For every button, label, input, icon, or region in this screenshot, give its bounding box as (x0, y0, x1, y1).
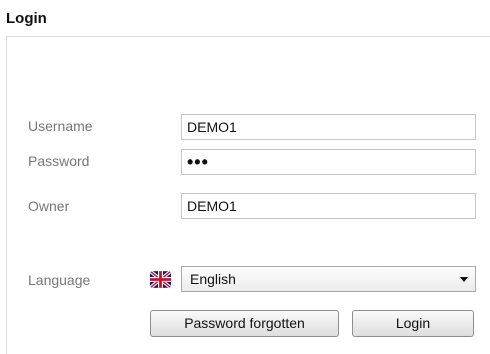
language-label: Language (28, 272, 91, 288)
title-divider (6, 36, 490, 37)
panel-left-border (6, 37, 7, 354)
username-label: Username (28, 118, 93, 134)
uk-flag-icon (150, 271, 171, 288)
language-selected-value: English (190, 271, 236, 287)
password-masked-value: ••• (187, 152, 209, 172)
login-page: Login Username DEMO1 Password ••• Owner … (0, 0, 490, 354)
password-forgotten-button[interactable]: Password forgotten (150, 310, 339, 337)
username-value: DEMO1 (187, 119, 237, 135)
password-input[interactable]: ••• (181, 149, 476, 175)
password-label: Password (28, 153, 90, 169)
owner-value: DEMO1 (187, 198, 237, 214)
chevron-down-icon (460, 277, 468, 282)
username-input[interactable]: DEMO1 (181, 114, 476, 140)
language-select[interactable]: English (181, 266, 476, 292)
owner-input[interactable]: DEMO1 (181, 193, 476, 219)
page-title: Login (6, 10, 47, 27)
login-button[interactable]: Login (352, 310, 474, 337)
owner-label: Owner (28, 198, 70, 214)
